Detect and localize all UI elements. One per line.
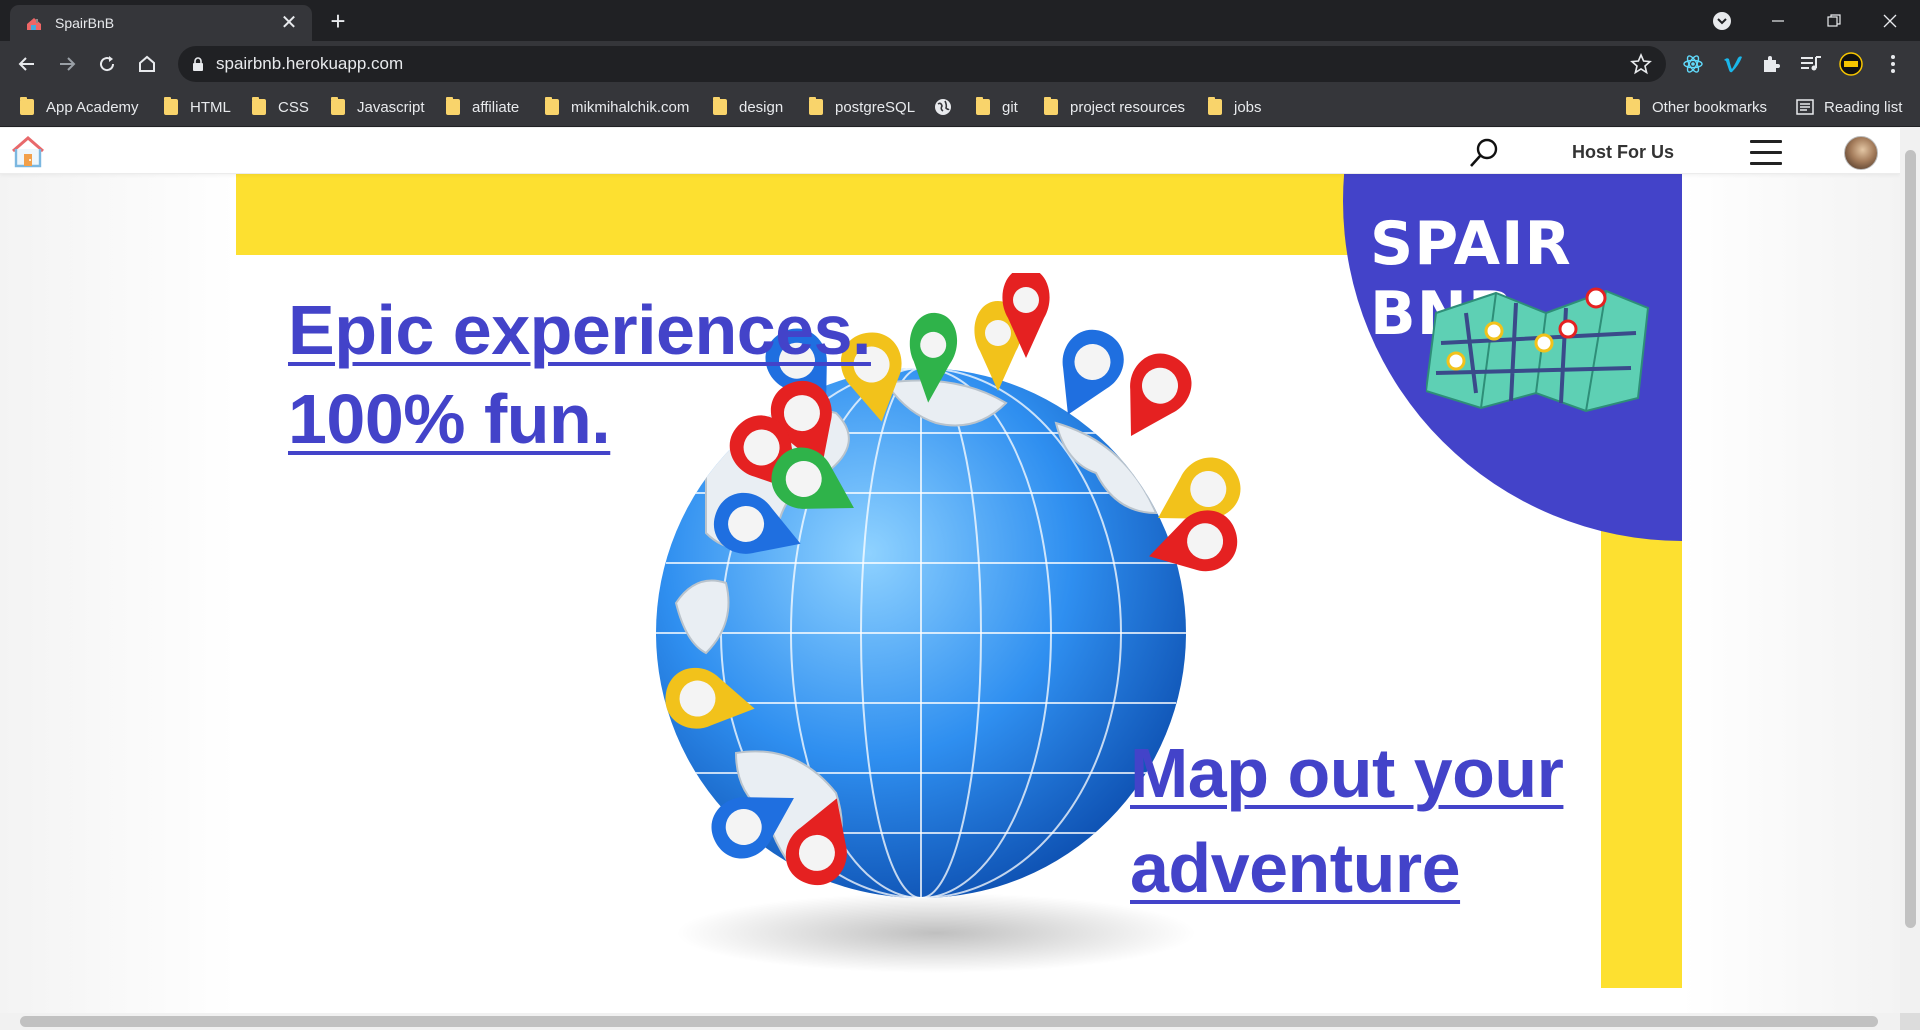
bookmark-affiliate[interactable]: affiliate [446, 95, 519, 119]
folder-icon [545, 97, 559, 115]
horizontal-scrollbar[interactable] [0, 1013, 1900, 1030]
page-viewport: Host For Us Epic experiences. 100% fun. … [0, 128, 1900, 1013]
reading-list-icon [1796, 99, 1814, 115]
extensions-puzzle-icon[interactable] [1758, 51, 1784, 77]
vimeo-icon[interactable] [1720, 51, 1746, 77]
home-button[interactable] [131, 48, 163, 80]
folder-icon [20, 97, 34, 115]
folded-map-icon [1424, 283, 1656, 413]
bookmark-javascript[interactable]: Javascript [331, 95, 425, 119]
home-icon [139, 55, 155, 72]
bookmark-globe[interactable] [934, 95, 952, 119]
new-tab-button[interactable]: + [324, 8, 352, 36]
hamburger-menu-icon[interactable] [1750, 140, 1782, 166]
headline-100-fun[interactable]: 100% fun. [288, 379, 611, 459]
page-background-right [1682, 174, 1900, 1013]
close-tab-icon[interactable]: ✕ [278, 12, 300, 34]
page-background-left [0, 174, 236, 1013]
bookmark-postgresql[interactable]: postgreSQL [809, 95, 915, 119]
globe-icon [935, 99, 951, 115]
other-bookmarks[interactable]: Other bookmarks [1626, 95, 1767, 119]
codemike-extension-icon[interactable] [1838, 51, 1864, 77]
headline-epic-experiences[interactable]: Epic experiences. [288, 290, 871, 370]
bookmark-app-academy[interactable]: App Academy [20, 95, 139, 119]
tab-title: SpairBnB [55, 15, 115, 31]
url-text: spairbnb.herokuapp.com [216, 54, 404, 73]
tab-search-icon[interactable] [1694, 0, 1750, 41]
bookmark-html[interactable]: HTML [164, 95, 231, 119]
arrow-left-icon [18, 57, 34, 71]
media-queue-icon[interactable] [1798, 51, 1824, 77]
hero-banner: Epic experiences. 100% fun. Map out your… [236, 173, 1682, 988]
folder-icon [252, 97, 266, 115]
site-favicon-icon [24, 13, 44, 33]
bookmark-project-resources[interactable]: project resources [1044, 95, 1185, 119]
folder-icon [976, 97, 990, 115]
vertical-scrollbar[interactable] [1900, 128, 1920, 1013]
bookmark-design[interactable]: design [713, 95, 783, 119]
search-icon[interactable] [1468, 137, 1500, 169]
host-for-us-link[interactable]: Host For Us [1572, 142, 1674, 163]
bookmark-git[interactable]: git [976, 95, 1018, 119]
folder-icon [1626, 97, 1640, 115]
tab-strip: SpairBnB ✕ + [0, 0, 1920, 41]
folder-icon [1044, 97, 1058, 115]
bookmark-star-icon[interactable] [1630, 52, 1652, 80]
address-bar[interactable]: spairbnb.herokuapp.com [178, 46, 1666, 82]
forward-button[interactable] [51, 48, 83, 80]
arrow-right-icon [60, 57, 76, 71]
browser-toolbar: spairbnb.herokuapp.com [0, 41, 1920, 87]
bookmarks-bar: App Academy HTML CSS Javascript affiliat… [0, 87, 1920, 127]
reload-button[interactable] [91, 48, 123, 80]
close-window-icon[interactable] [1862, 0, 1918, 41]
cta-adventure[interactable]: adventure [1130, 828, 1461, 908]
back-button[interactable] [11, 48, 43, 80]
scrollbar-corner [1900, 1013, 1920, 1030]
folder-icon [809, 97, 823, 115]
folder-icon [446, 97, 460, 115]
cta-map-out-your[interactable]: Map out your [1130, 733, 1564, 813]
horizontal-scrollbar-thumb[interactable] [20, 1016, 1878, 1027]
avatar[interactable] [1844, 136, 1878, 170]
folder-icon [331, 97, 345, 115]
bookmark-mikmihalchik[interactable]: mikmihalchik.com [545, 95, 689, 119]
site-header: Host For Us [0, 128, 1900, 174]
folder-icon [713, 97, 727, 115]
bookmark-jobs[interactable]: jobs [1208, 95, 1262, 119]
minimize-icon[interactable] [1750, 0, 1806, 41]
react-devtools-icon[interactable] [1680, 51, 1706, 77]
reload-icon [100, 56, 115, 72]
vertical-scrollbar-thumb[interactable] [1905, 150, 1916, 928]
home-logo-icon[interactable] [10, 134, 46, 170]
tab-spairbnb[interactable]: SpairBnB ✕ [10, 5, 312, 41]
reading-list[interactable]: Reading list [1796, 95, 1902, 119]
chrome-menu-icon[interactable] [1880, 51, 1906, 77]
lock-icon [193, 56, 203, 71]
restore-icon[interactable] [1806, 0, 1862, 41]
bookmark-css[interactable]: CSS [252, 95, 309, 119]
folder-icon [164, 97, 178, 115]
folder-icon [1208, 97, 1222, 115]
